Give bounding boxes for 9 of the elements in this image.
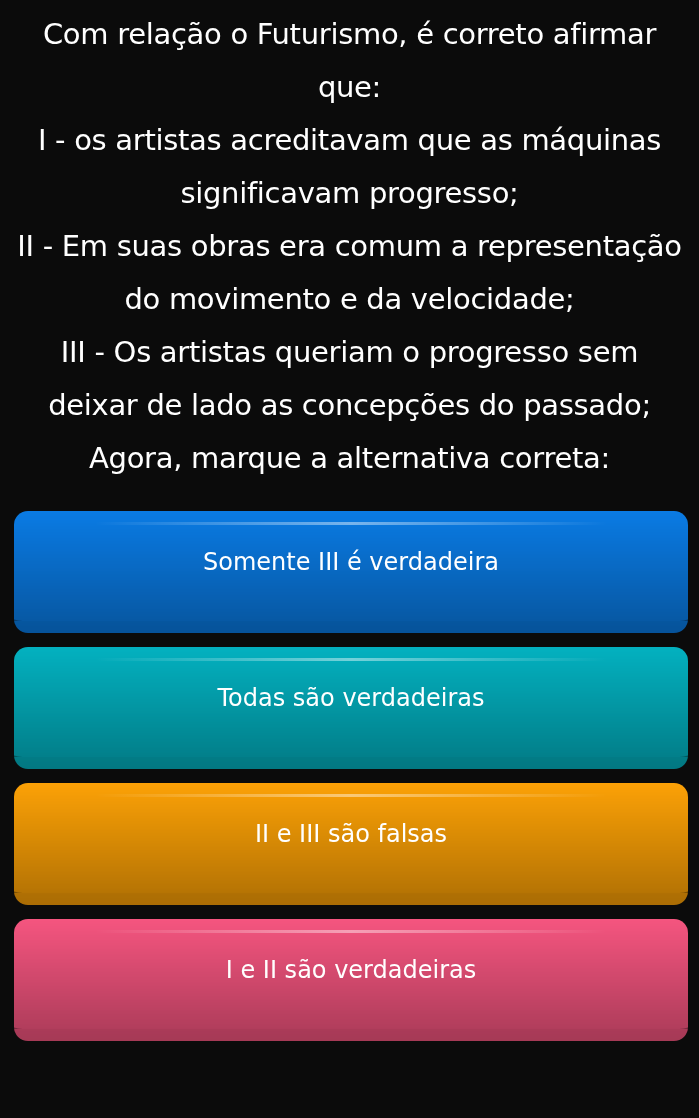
question-text: I - os artistas acreditavam que as máquinas significavam progresso;	[36, 122, 663, 212]
answer-button[interactable]: II e III são falsas	[14, 783, 688, 905]
answer-button[interactable]: Todas são verdadeiras	[14, 647, 688, 769]
question-text: Agora, marque a alternativa correta:	[88, 440, 611, 477]
answer-button[interactable]: I e II são verdadeiras	[14, 919, 688, 1041]
question-text: Com relação o Futurismo, é correto afirmar que:	[41, 16, 658, 106]
question-text: II - Em suas obras era comum a representação do movimento e da velocidade;	[16, 228, 683, 318]
question-text: III - Os artistas queriam o progresso sem deixar de lado as concepções do passado;	[47, 334, 652, 424]
answer-button[interactable]: Somente III é verdadeira	[14, 511, 688, 633]
